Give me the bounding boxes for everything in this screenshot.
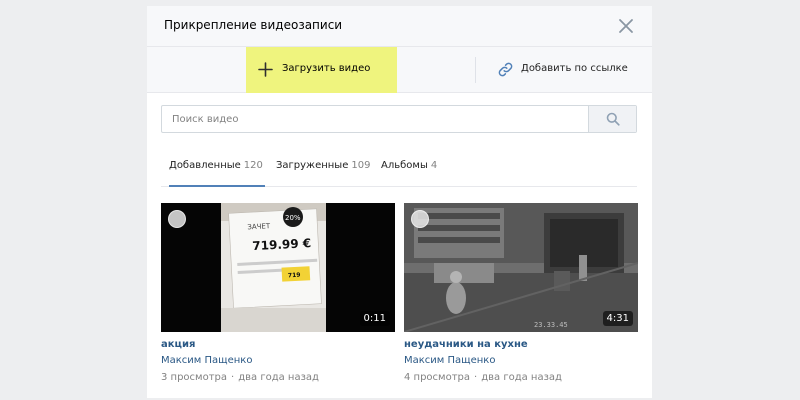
tab-uploaded-label: Загруженные — [276, 160, 349, 171]
thumb-badge-text: 20% — [285, 214, 301, 222]
tab-albums-count: 4 — [430, 160, 438, 171]
video-thumbnail[interactable]: 23.33.45 4:31 — [404, 203, 638, 332]
tab-added-label: Добавленные — [169, 160, 241, 171]
video-title[interactable]: акция — [161, 339, 195, 350]
video-item[interactable]: 23.33.45 4:31 неудачники на кухне Максим… — [404, 203, 638, 393]
video-item[interactable]: ЗАЧЕТ 20% 719.99 € 719 0:11 акция Максим… — [161, 203, 395, 393]
modal-title: Прикрепление видеозаписи — [164, 18, 343, 32]
video-author[interactable]: Максим Пащенко — [161, 355, 252, 366]
video-meta: 4 просмотра · два года назад — [404, 372, 562, 383]
video-thumbnail[interactable]: ЗАЧЕТ 20% 719.99 € 719 0:11 — [161, 203, 395, 332]
select-video-checkbox[interactable] — [411, 210, 429, 228]
upload-video-label: Загрузить видео — [282, 63, 371, 74]
svg-text:ЗАЧЕТ: ЗАЧЕТ — [247, 222, 271, 231]
meta-separator: · — [474, 372, 478, 383]
video-meta: 3 просмотра · два года назад — [161, 372, 319, 383]
tab-added[interactable]: Добавленные 120 — [169, 160, 265, 187]
tab-uploaded-count: 109 — [351, 160, 371, 171]
attach-video-modal: Прикрепление видеозаписи Загрузить видео… — [147, 6, 652, 398]
thumb-small-price: 719 — [288, 272, 301, 280]
search-input[interactable] — [162, 106, 589, 132]
add-by-link-button[interactable]: Добавить по ссылке — [497, 47, 647, 93]
video-duration: 4:31 — [602, 311, 633, 326]
tab-added-count: 120 — [243, 160, 263, 171]
tab-albums-label: Альбомы — [381, 160, 428, 171]
video-views: 4 просмотра — [404, 372, 471, 383]
link-icon — [497, 61, 514, 78]
thumb-timestamp: 23.33.45 — [534, 321, 568, 329]
modal-toolbar: Загрузить видео Добавить по ссылке — [147, 47, 652, 93]
select-video-checkbox[interactable] — [168, 210, 186, 228]
toolbar-divider — [475, 57, 476, 83]
video-date: два года назад — [238, 372, 319, 383]
modal-header: Прикрепление видеозаписи — [147, 6, 652, 47]
add-by-link-label: Добавить по ссылке — [521, 63, 628, 74]
video-tabs: Добавленные 120 Загруженные 109 Альбомы 4 — [161, 156, 637, 187]
upload-video-button[interactable]: Загрузить видео — [246, 47, 397, 93]
search-box — [161, 105, 637, 133]
close-icon — [619, 19, 633, 33]
close-button[interactable] — [616, 16, 636, 36]
video-duration: 0:11 — [359, 311, 390, 326]
video-date: два года назад — [481, 372, 562, 383]
meta-separator: · — [231, 372, 235, 383]
video-author[interactable]: Максим Пащенко — [404, 355, 495, 366]
video-views: 3 просмотра — [161, 372, 228, 383]
search-button[interactable] — [588, 106, 636, 132]
search-icon — [606, 112, 620, 126]
plus-icon — [258, 62, 273, 77]
video-title[interactable]: неудачники на кухне — [404, 339, 528, 350]
